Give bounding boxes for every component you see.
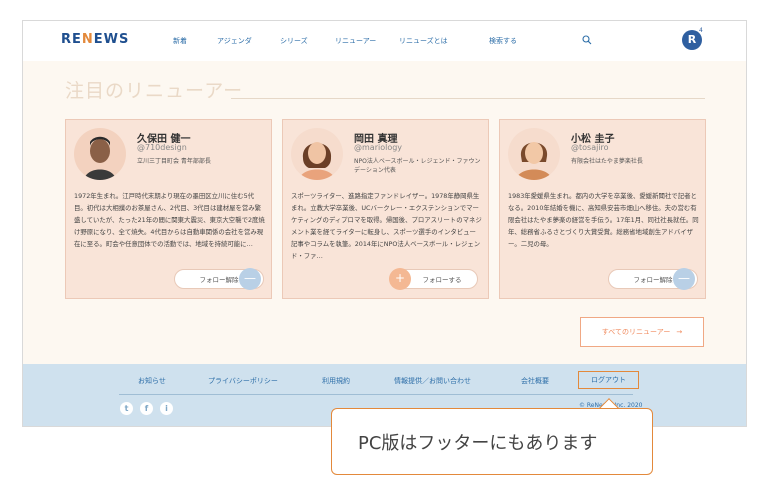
plus-icon[interactable]: + <box>389 268 411 290</box>
avatar[interactable] <box>74 128 126 180</box>
facebook-icon[interactable]: f <box>140 402 153 415</box>
renewer-role: NPO法人ベースボール・レジェンド・ファウンデーション代表 <box>354 158 481 174</box>
footer-link-news[interactable]: お知らせ <box>138 376 166 386</box>
renewer-handle: @mariology <box>354 143 403 152</box>
renewer-card: 岡田 真理 @mariology NPO法人ベースボール・レジェンド・ファウンデ… <box>282 119 489 299</box>
nav-renewers[interactable]: リニューアー <box>335 36 376 46</box>
search-icon[interactable] <box>582 35 592 45</box>
footer-link-privacy[interactable]: プライバシーポリシー <box>208 376 278 386</box>
twitter-icon[interactable]: t <box>120 402 133 415</box>
minus-icon[interactable]: — <box>673 268 695 290</box>
renewer-card: 小松 圭子 @tosajiro 有限会社はたやま夢楽社長 1983年愛媛県生まれ… <box>499 119 706 299</box>
section-divider <box>231 98 705 99</box>
minus-icon[interactable]: — <box>239 268 261 290</box>
site-logo[interactable]: RENEWS <box>61 32 129 47</box>
renewer-bio: 1972年生まれ。江戸時代末期より現在の墨田区立川に住む5代目。初代は大相撲のお… <box>74 192 265 248</box>
renewer-bio: 1983年愛媛県生まれ。都内の大学を卒業後、愛媛新聞社で記者となる。2010年結… <box>508 192 699 248</box>
notification-badge: 4 <box>699 27 703 34</box>
callout-text: PC版はフッターにもあります <box>358 432 598 454</box>
renewer-role: 立川三丁目町会 青年部部長 <box>137 158 211 165</box>
avatar[interactable] <box>291 128 343 180</box>
nav-series[interactable]: シリーズ <box>280 36 308 46</box>
nav-agenda[interactable]: アジェンダ <box>217 36 252 46</box>
logout-button[interactable]: ログアウト <box>578 371 639 389</box>
footer-link-company[interactable]: 会社概要 <box>521 376 549 386</box>
nav-search[interactable]: 検索する <box>489 36 517 46</box>
renewer-card: 久保田 健一 @710design 立川三丁目町会 青年部部長 1972年生まれ… <box>65 119 272 299</box>
nav-new[interactable]: 新着 <box>173 36 187 46</box>
site-header: RENEWS 新着 アジェンダ シリーズ リニューアー リニューズとは 検索する… <box>23 21 746 61</box>
renewer-handle: @710design <box>137 143 187 152</box>
browser-frame: RENEWS 新着 アジェンダ シリーズ リニューアー リニューズとは 検索する… <box>22 20 747 427</box>
instagram-icon[interactable]: i <box>160 402 173 415</box>
footer-link-terms[interactable]: 利用規約 <box>322 376 350 386</box>
footer-divider <box>119 394 633 395</box>
avatar[interactable] <box>508 128 560 180</box>
all-renewers-button[interactable]: すべてのリニューアー → <box>580 317 704 347</box>
all-renewers-label: すべてのリニューアー <box>601 328 671 336</box>
nav-about[interactable]: リニューズとは <box>399 36 448 46</box>
footer-link-contact[interactable]: 情報提供／お問い合わせ <box>394 376 471 386</box>
renewer-handle: @tosajiro <box>571 143 609 152</box>
annotation-callout: PC版はフッターにもあります <box>331 408 653 475</box>
section-title: 注目のリニューアー <box>65 80 244 102</box>
arrow-right-icon: → <box>676 328 683 336</box>
renewer-bio: スポーツライター、進路指定ファンドレイザー。1978年静岡県生まれ。立教大学卒業… <box>291 192 482 260</box>
renewer-role: 有限会社はたやま夢楽社長 <box>571 158 643 165</box>
